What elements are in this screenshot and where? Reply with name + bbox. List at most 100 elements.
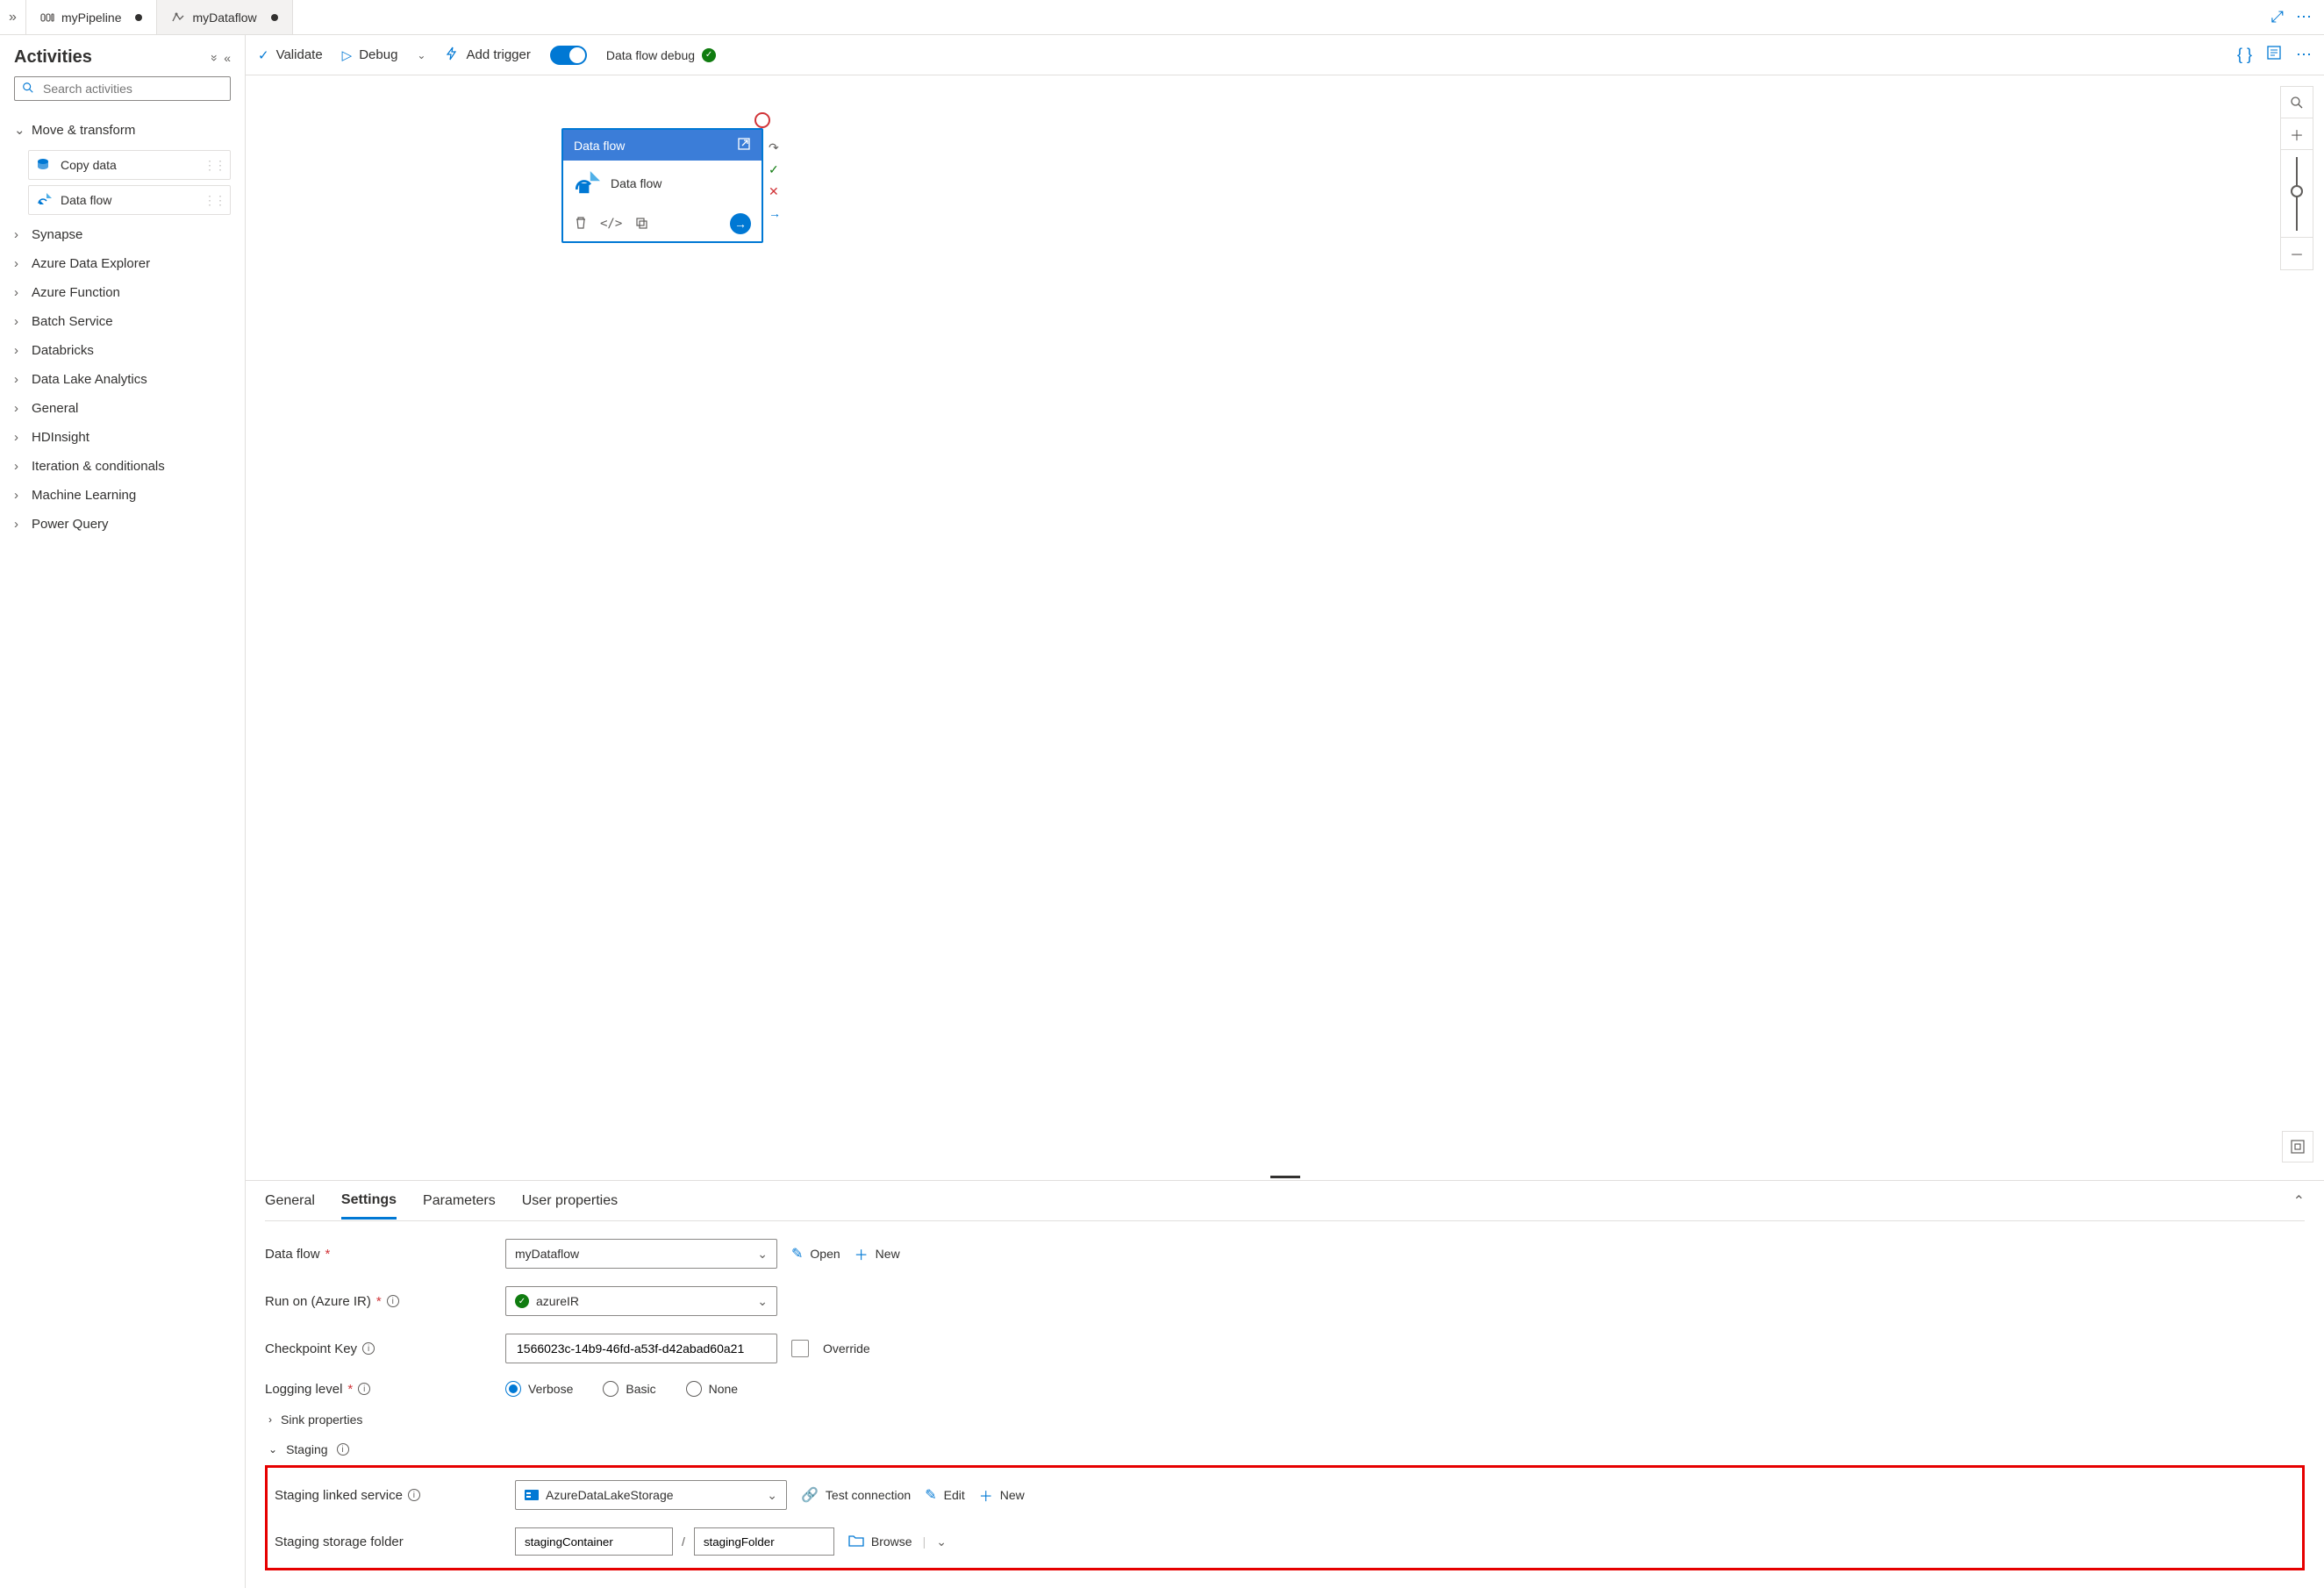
label-dataflow: Data flow* xyxy=(265,1247,495,1262)
link-label: Open xyxy=(810,1247,840,1261)
tab-dataflow[interactable]: myDataflow xyxy=(157,0,292,34)
properties-icon[interactable] xyxy=(2266,45,2282,65)
category-azure-data-explorer[interactable]: ›Azure Data Explorer xyxy=(14,249,231,278)
dataflow-debug-toggle[interactable] xyxy=(550,46,587,65)
category-move-transform[interactable]: ⌄ Move & transform xyxy=(14,115,231,145)
tab-general[interactable]: General xyxy=(265,1184,315,1218)
pipeline-canvas[interactable]: Data flow Data flow </> → ↷ xyxy=(246,75,2324,1173)
override-checkbox[interactable] xyxy=(791,1340,809,1357)
checkpoint-field[interactable] xyxy=(515,1341,768,1356)
category-label: General xyxy=(32,401,78,416)
delete-icon[interactable] xyxy=(574,216,588,232)
info-icon[interactable]: i xyxy=(387,1295,399,1307)
plus-icon: ＋ xyxy=(979,1484,993,1506)
category-hdinsight[interactable]: ›HDInsight xyxy=(14,423,231,452)
category-synapse[interactable]: ›Synapse xyxy=(14,220,231,249)
radio-label: None xyxy=(709,1382,738,1396)
open-dataflow-button[interactable]: ✎ Open xyxy=(791,1245,840,1263)
activities-panel: Activities » « ⌄ Move & transform Copy d… xyxy=(0,35,246,1588)
node-header: Data flow xyxy=(563,130,762,161)
dataflow-select[interactable]: myDataflow ⌄ xyxy=(505,1239,777,1269)
search-input[interactable] xyxy=(41,81,223,97)
logging-basic-radio[interactable]: Basic xyxy=(603,1381,655,1397)
activities-search[interactable] xyxy=(14,76,231,101)
open-external-icon[interactable] xyxy=(737,137,751,154)
info-icon[interactable]: i xyxy=(337,1443,349,1456)
section-label: Staging xyxy=(286,1442,327,1456)
checkpoint-input[interactable] xyxy=(505,1334,777,1363)
more-icon[interactable]: ⋯ xyxy=(2296,8,2312,26)
test-connection-button[interactable]: 🔗 Test connection xyxy=(801,1486,911,1504)
maximize-icon[interactable]: ⤢ xyxy=(2271,8,2284,26)
category-azure-function[interactable]: ›Azure Function xyxy=(14,278,231,307)
code-icon[interactable]: </> xyxy=(600,217,622,231)
sink-properties-toggle[interactable]: › Sink properties xyxy=(268,1413,2305,1427)
runon-select[interactable]: ✓ azureIR ⌄ xyxy=(505,1286,777,1316)
staging-toggle[interactable]: ⌄ Staging i xyxy=(268,1442,2305,1456)
zoom-search-icon[interactable] xyxy=(2281,87,2313,118)
select-value: myDataflow xyxy=(515,1247,579,1261)
tab-parameters[interactable]: Parameters xyxy=(423,1184,496,1218)
tab-settings[interactable]: Settings xyxy=(341,1184,397,1220)
category-label: Data Lake Analytics xyxy=(32,372,147,387)
storage-icon xyxy=(525,1490,539,1500)
category-batch-service[interactable]: ›Batch Service xyxy=(14,307,231,336)
activity-data-flow[interactable]: Data flow ⋮⋮ xyxy=(28,185,231,215)
staging-folder-input[interactable] xyxy=(694,1527,834,1556)
category-label: Iteration & conditionals xyxy=(32,459,165,474)
tab-user-properties[interactable]: User properties xyxy=(522,1184,618,1218)
staging-highlight: Staging linked service i AzureDataLakeSt… xyxy=(265,1465,2305,1570)
info-icon[interactable]: i xyxy=(362,1342,375,1355)
category-power-query[interactable]: ›Power Query xyxy=(14,510,231,539)
staging-container-input[interactable] xyxy=(515,1527,673,1556)
category-iteration[interactable]: ›Iteration & conditionals xyxy=(14,452,231,481)
label-logging: Logging level* i xyxy=(265,1382,495,1397)
tab-pipeline[interactable]: myPipeline xyxy=(26,0,157,34)
canvas-tools: ＋ － xyxy=(2280,86,2313,270)
run-icon[interactable]: → xyxy=(730,213,751,234)
zoom-in-icon[interactable]: ＋ xyxy=(2281,118,2313,150)
path-separator: / xyxy=(682,1534,685,1549)
dataflow-node[interactable]: Data flow Data flow </> → xyxy=(561,128,763,243)
chevron-right-icon: › xyxy=(14,227,25,242)
clone-icon[interactable] xyxy=(634,216,648,232)
chevron-right-icon: › xyxy=(14,285,25,300)
radio-label: Basic xyxy=(626,1382,655,1396)
chevron-double-down-icon[interactable]: » xyxy=(208,54,222,61)
validate-button[interactable]: ✓ Validate xyxy=(258,47,323,63)
add-trigger-button[interactable]: Add trigger xyxy=(445,46,530,64)
chevron-down-icon: ⌄ xyxy=(14,122,25,138)
collapse-panel-icon[interactable]: ⌃ xyxy=(2293,1192,2305,1210)
logging-none-radio[interactable]: None xyxy=(686,1381,738,1397)
zoom-out-icon[interactable]: － xyxy=(2281,238,2313,269)
collapse-panel-icon[interactable]: « xyxy=(224,51,231,65)
pipeline-toolbar: ✓ Validate ▷ Debug ⌄ Add trigger Data fl… xyxy=(246,35,2324,75)
activity-copy-data[interactable]: Copy data ⋮⋮ xyxy=(28,150,231,180)
chevron-down-icon[interactable]: ⌄ xyxy=(936,1534,947,1549)
expand-tabs-button[interactable]: » xyxy=(0,0,26,34)
category-general[interactable]: ›General xyxy=(14,394,231,423)
staging-service-select[interactable]: AzureDataLakeStorage ⌄ xyxy=(515,1480,787,1510)
info-icon[interactable]: i xyxy=(408,1489,420,1501)
new-dataflow-button[interactable]: ＋ New xyxy=(855,1243,900,1264)
drag-handle-icon: ⋮⋮ xyxy=(204,193,225,208)
info-icon[interactable]: i xyxy=(358,1383,370,1395)
zoom-slider[interactable] xyxy=(2281,150,2313,238)
logging-verbose-radio[interactable]: Verbose xyxy=(505,1381,573,1397)
category-machine-learning[interactable]: ›Machine Learning xyxy=(14,481,231,510)
drag-handle-icon: ⋮⋮ xyxy=(204,158,225,173)
code-view-icon[interactable]: { } xyxy=(2237,46,2252,64)
panel-resize-handle[interactable] xyxy=(246,1173,2324,1180)
more-icon[interactable]: ⋯ xyxy=(2296,46,2312,64)
category-databricks[interactable]: ›Databricks xyxy=(14,336,231,365)
new-service-button[interactable]: ＋ New xyxy=(979,1484,1025,1506)
debug-dropdown[interactable]: ⌄ xyxy=(417,49,425,61)
browse-button[interactable]: Browse | ⌄ xyxy=(848,1534,947,1549)
edit-button[interactable]: ✎ Edit xyxy=(925,1486,965,1504)
chevron-down-icon: ⌄ xyxy=(767,1488,777,1503)
category-data-lake-analytics[interactable]: ›Data Lake Analytics xyxy=(14,365,231,394)
debug-button[interactable]: ▷ Debug xyxy=(342,47,398,63)
link-label: New xyxy=(1000,1488,1025,1502)
properties-panel: General Settings Parameters User propert… xyxy=(246,1180,2324,1588)
fit-to-screen-icon[interactable] xyxy=(2282,1131,2313,1162)
